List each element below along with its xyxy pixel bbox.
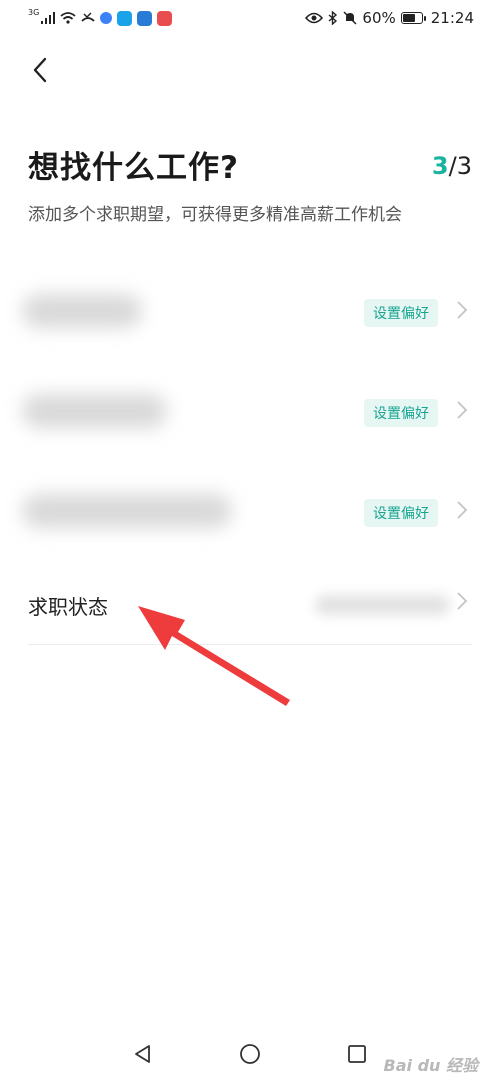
app-music-icon	[100, 12, 113, 24]
chevron-right-icon	[457, 592, 468, 610]
chevron-right-icon	[457, 501, 468, 519]
bluetooth-icon	[328, 11, 338, 25]
status-bar-right: 60% 21:24	[305, 9, 474, 27]
clock: 21:24	[430, 9, 474, 27]
eye-icon	[305, 12, 324, 24]
job-status-row[interactable]: 求职状态	[0, 565, 500, 645]
app-notes-icon	[157, 10, 173, 26]
circle-home-icon	[240, 1044, 260, 1064]
app-search-icon	[117, 10, 133, 26]
job-expectation-row-2[interactable]: 设置偏好	[0, 362, 500, 462]
battery-percent: 60%	[362, 9, 396, 27]
blurred-job-text	[22, 294, 142, 328]
set-preference-badge[interactable]: 设置偏好	[364, 299, 438, 327]
battery-icon	[400, 12, 426, 24]
app-cloud-icon	[137, 10, 153, 26]
status-bar-left: 3G	[28, 8, 173, 26]
job-expectation-row-1[interactable]: 设置偏好	[0, 262, 500, 362]
page-subtitle: 添加多个求职期望，可获得更多精准高薪工作机会	[28, 205, 402, 225]
chevron-right-icon	[457, 301, 468, 319]
signal-icon	[41, 12, 56, 24]
square-recent-icon	[347, 1045, 366, 1063]
wifi-icon	[60, 12, 76, 24]
blurred-status-value	[315, 595, 450, 615]
status-bar: 3G 60% 21:24	[0, 0, 500, 36]
chevron-right-icon	[457, 401, 468, 419]
step-progress: 3/3	[432, 152, 472, 180]
progress-separator: /	[448, 152, 457, 180]
divider	[28, 644, 472, 645]
job-status-label: 求职状态	[28, 595, 108, 619]
nav-recent-button[interactable]	[337, 1034, 377, 1074]
watermark: Bai du 经验	[383, 1056, 478, 1075]
set-preference-badge[interactable]: 设置偏好	[364, 499, 438, 527]
nav-home-button[interactable]	[230, 1034, 270, 1074]
page-title: 想找什么工作?	[28, 150, 239, 186]
network-type: 3G	[28, 8, 40, 17]
mute-bell-icon	[343, 11, 357, 25]
nav-back-button[interactable]	[123, 1034, 163, 1074]
chevron-left-icon	[33, 57, 47, 83]
job-expectation-row-3[interactable]: 设置偏好	[0, 462, 500, 562]
progress-current: 3	[431, 152, 449, 180]
blurred-job-text	[22, 394, 167, 428]
set-preference-badge[interactable]: 设置偏好	[364, 399, 438, 427]
triangle-back-icon	[135, 1045, 151, 1063]
missed-call-icon	[81, 12, 95, 22]
progress-total: 3	[456, 152, 472, 180]
blurred-job-text	[22, 494, 232, 528]
back-button[interactable]	[22, 52, 58, 88]
